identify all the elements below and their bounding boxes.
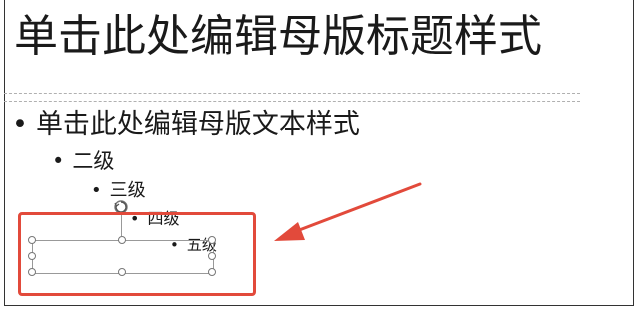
- annotation-arrow-icon: [274, 182, 422, 241]
